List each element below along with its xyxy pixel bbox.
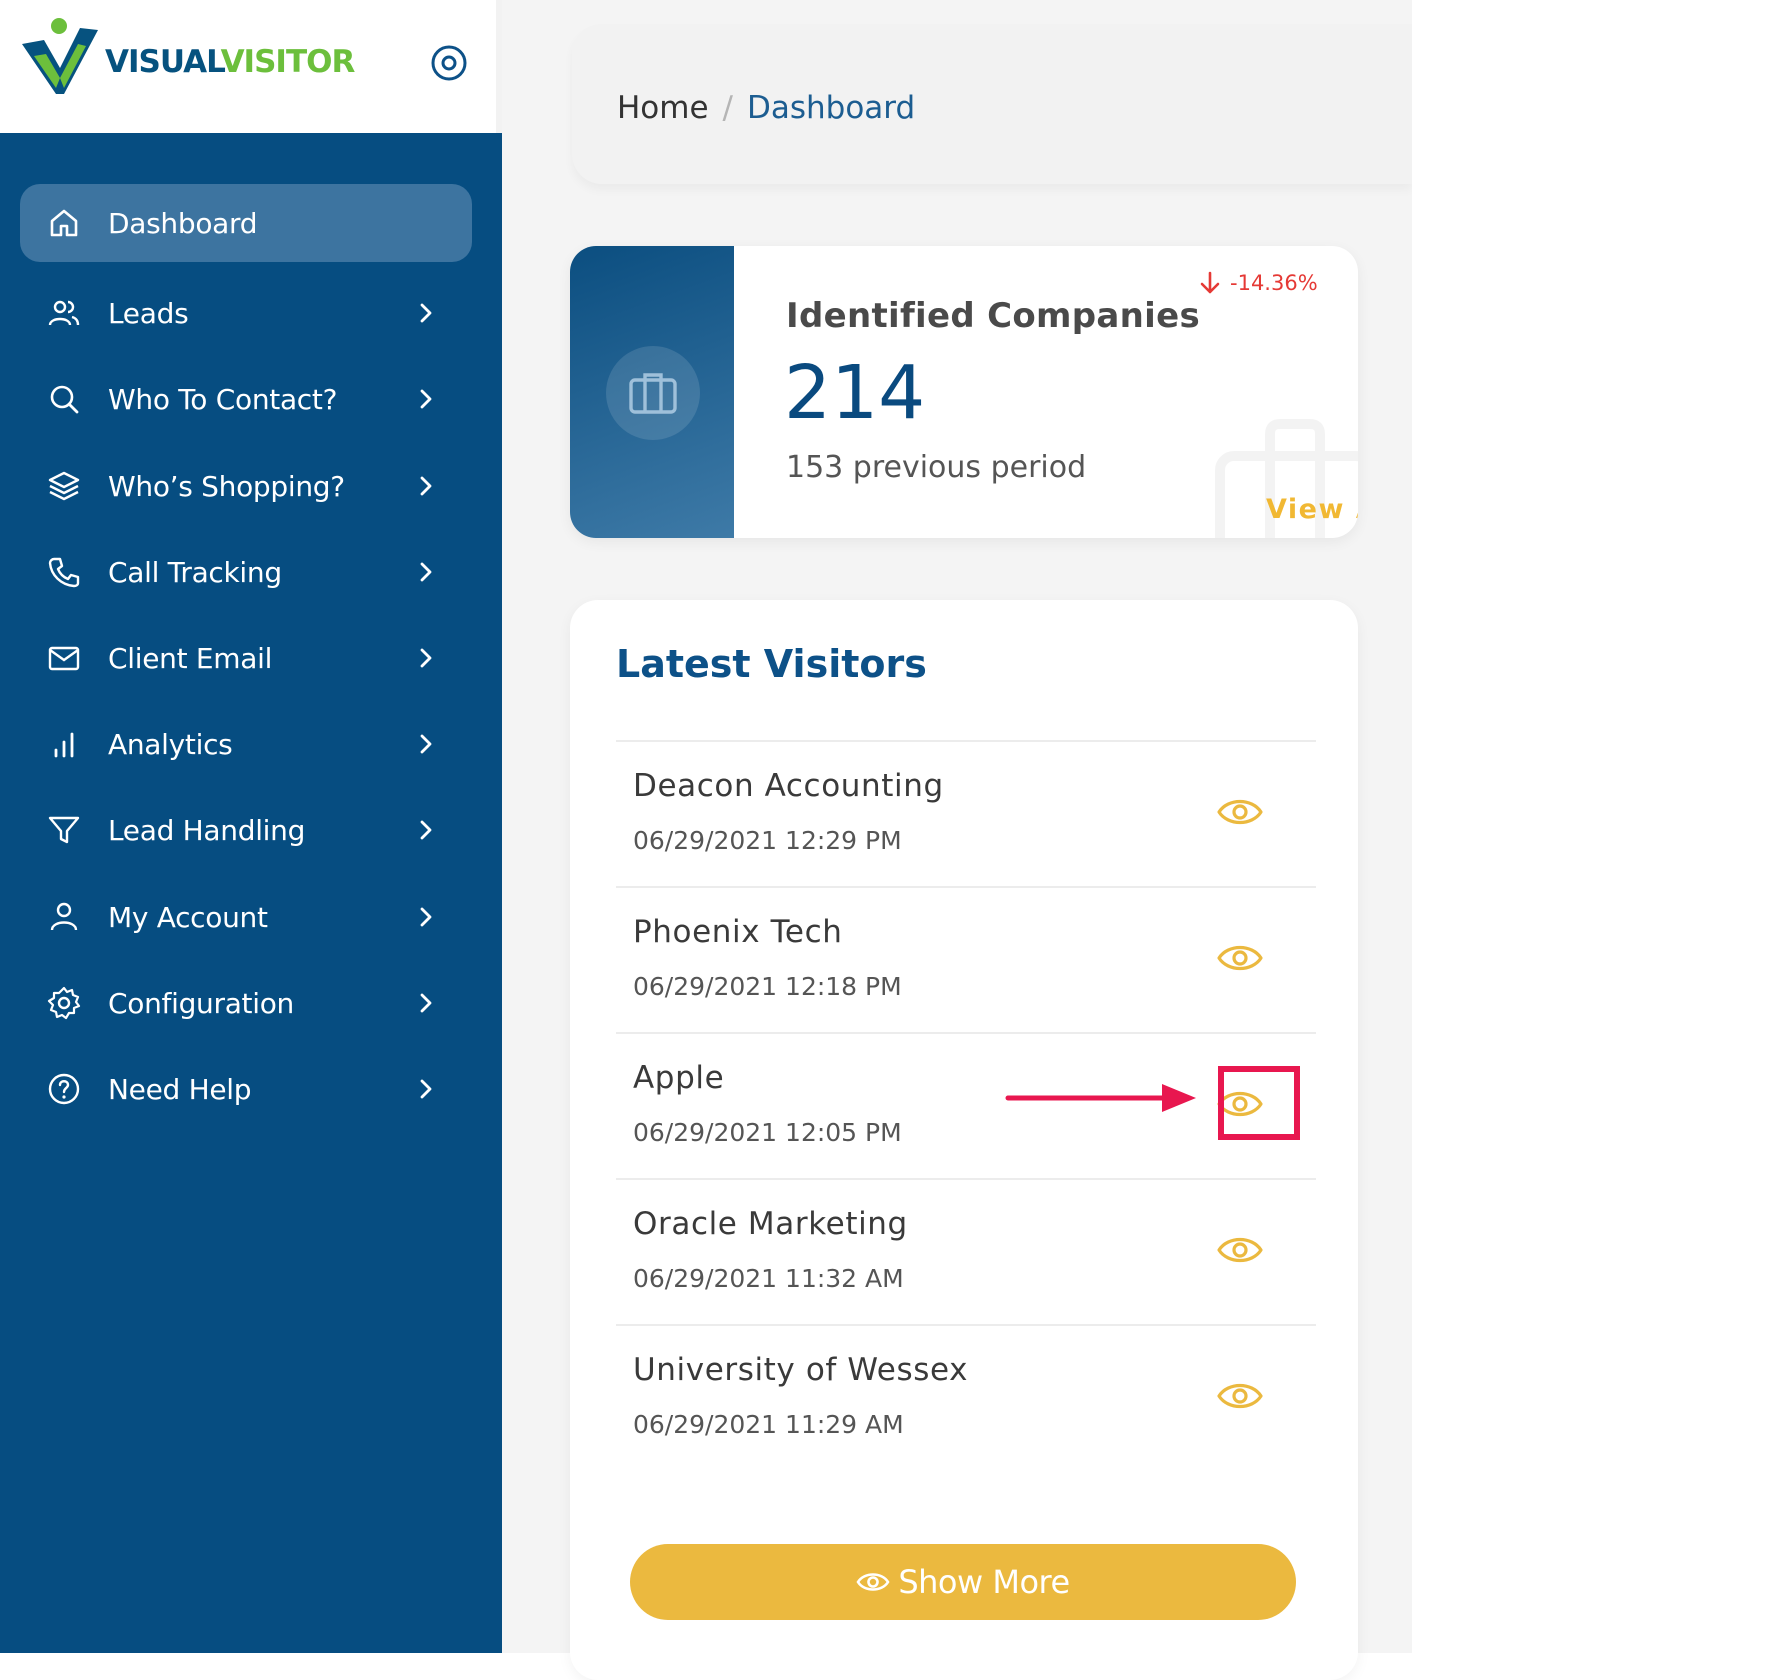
chevron-right-icon: [420, 476, 432, 496]
sidebar-item-label: Configuration: [108, 986, 294, 1020]
sidebar-toggle-target-icon[interactable]: [430, 44, 468, 82]
sidebar-item-dashboard[interactable]: Dashboard: [20, 184, 472, 262]
stat-card-value: 214: [784, 350, 926, 436]
visitor-name: Deacon Accounting: [633, 768, 944, 804]
sidebar-item-client-email[interactable]: Client Email: [20, 619, 472, 697]
sidebar-item-label: Analytics: [108, 727, 233, 761]
visitor-name: Apple: [633, 1060, 725, 1096]
chevron-right-icon: [420, 562, 432, 582]
visitor-time: 06/29/2021 11:32 AM: [633, 1264, 904, 1293]
phone-icon: [48, 557, 80, 588]
user-icon: [50, 902, 78, 931]
sidebar-item-lead-handling[interactable]: Lead Handling: [20, 791, 472, 869]
sidebar-item-whos-shopping[interactable]: Who’s Shopping?: [20, 447, 472, 525]
right-empty-area: [1412, 0, 1772, 1653]
logo-text: VISUALVISITOR: [105, 44, 356, 80]
eye-icon[interactable]: [1216, 792, 1264, 832]
logo-text-primary: VISUAL: [105, 44, 222, 80]
help-circle-icon: [48, 1073, 80, 1105]
sidebar-item-need-help[interactable]: Need Help: [20, 1050, 472, 1128]
latest-visitors-card: Latest Visitors Deacon Accounting 06/29/…: [570, 600, 1358, 1680]
visualvisitor-logo[interactable]: VISUALVISITOR: [20, 16, 355, 96]
latest-visitors-title: Latest Visitors: [616, 642, 927, 686]
visitor-time: 06/29/2021 12:05 PM: [633, 1118, 902, 1147]
bar-chart-icon: [54, 732, 74, 758]
sidebar-header: VISUALVISITOR: [0, 0, 502, 133]
identified-companies-card: Identified Companies 214 153 previous pe…: [570, 246, 1358, 538]
annotation-arrow-icon: [1005, 1084, 1196, 1112]
visitor-name: Phoenix Tech: [633, 914, 843, 950]
visitor-time: 06/29/2021 11:29 AM: [633, 1410, 904, 1439]
chevron-right-icon: [420, 648, 432, 668]
logo-text-secondary: VISITOR: [220, 44, 356, 80]
annotation-highlight-box: [1218, 1066, 1300, 1140]
chevron-right-icon: [420, 734, 432, 754]
visitor-row: University of Wessex 06/29/2021 11:29 AM: [616, 1324, 1316, 1472]
sidebar-item-label: Who’s Shopping?: [108, 469, 345, 503]
sidebar-item-label: Who To Contact?: [108, 382, 338, 416]
chevron-right-icon: [420, 820, 432, 840]
sidebar-item-label: Call Tracking: [108, 555, 282, 589]
sidebar-item-who-to-contact[interactable]: Who To Contact?: [20, 360, 472, 438]
chevron-right-icon: [420, 1079, 432, 1099]
main-content: Home / Dashboard Identified Companies 214 …: [502, 0, 1412, 1680]
chevron-right-icon: [420, 993, 432, 1013]
visitor-row: Oracle Marketing 06/29/2021 11:32 AM: [616, 1178, 1316, 1326]
users-icon: [48, 300, 80, 326]
chevron-right-icon: [420, 907, 432, 927]
sidebar-item-label: Dashboard: [108, 206, 258, 240]
breadcrumb-home-link[interactable]: Home: [617, 90, 709, 126]
stat-card-change-value: -14.36%: [1230, 271, 1318, 295]
sidebar-item-label: Need Help: [108, 1072, 252, 1106]
visitor-name: University of Wessex: [633, 1352, 969, 1388]
home-icon: [50, 209, 78, 237]
eye-icon[interactable]: [1216, 1376, 1264, 1416]
visitor-row: Deacon Accounting 06/29/2021 12:29 PM: [616, 740, 1316, 888]
filter-icon: [48, 816, 80, 844]
sidebar-item-label: My Account: [108, 900, 268, 934]
stat-icon-circle: [606, 346, 700, 440]
show-more-label: Show More: [898, 1563, 1070, 1601]
breadcrumb-bar: Home / Dashboard: [572, 24, 1412, 184]
chevron-right-icon: [420, 389, 432, 409]
stat-card-icon-panel: [570, 246, 734, 538]
breadcrumb: Home / Dashboard: [617, 90, 915, 126]
eye-icon[interactable]: [1216, 938, 1264, 978]
view-all-link[interactable]: View All: [1266, 494, 1358, 525]
chevron-right-icon: [420, 303, 432, 323]
visitor-row: Apple 06/29/2021 12:05 PM: [616, 1032, 1316, 1180]
sidebar-item-label: Lead Handling: [108, 813, 306, 847]
gear-icon: [47, 986, 81, 1020]
eye-icon[interactable]: [1216, 1230, 1264, 1270]
logo-mark-icon: [22, 18, 98, 94]
eye-icon: [856, 1569, 890, 1595]
breadcrumb-current: Dashboard: [747, 90, 916, 126]
arrow-down-icon: [1200, 271, 1220, 294]
layers-icon: [48, 471, 80, 501]
visitor-row: Phoenix Tech 06/29/2021 12:18 PM: [616, 886, 1316, 1034]
sidebar-item-call-tracking[interactable]: Call Tracking: [20, 533, 472, 611]
briefcase-icon: [629, 373, 677, 414]
show-more-button[interactable]: Show More: [630, 1544, 1296, 1620]
sidebar-item-leads[interactable]: Leads: [20, 274, 472, 352]
visitor-time: 06/29/2021 12:29 PM: [633, 826, 902, 855]
search-icon: [50, 385, 79, 414]
sidebar-item-label: Client Email: [108, 641, 273, 675]
visitor-time: 06/29/2021 12:18 PM: [633, 972, 902, 1001]
stat-card-change-badge: -14.36%: [1198, 270, 1318, 296]
stat-card-title: Identified Companies: [786, 296, 1201, 336]
stat-card-previous-period: 153 previous period: [786, 450, 1087, 485]
sidebar-item-analytics[interactable]: Analytics: [20, 705, 472, 783]
breadcrumb-separator: /: [722, 90, 733, 126]
sidebar: Dashboard Leads Who To Contact? Who’s Sh…: [0, 0, 502, 1653]
mail-icon: [48, 646, 80, 671]
sidebar-item-my-account[interactable]: My Account: [20, 878, 472, 956]
visitor-name: Oracle Marketing: [633, 1206, 908, 1242]
sidebar-item-configuration[interactable]: Configuration: [20, 964, 472, 1042]
sidebar-item-label: Leads: [108, 296, 189, 330]
